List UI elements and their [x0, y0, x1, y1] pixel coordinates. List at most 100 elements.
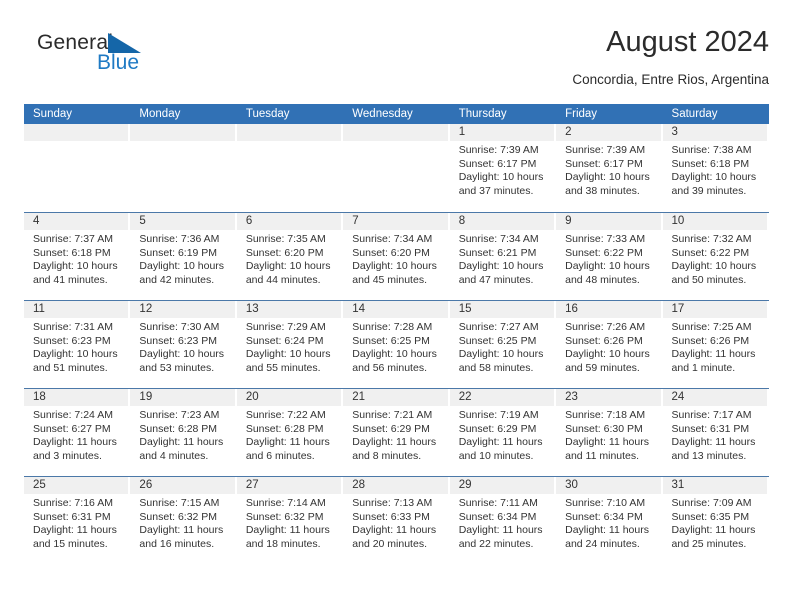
sunset-text: Sunset: 6:34 PM — [565, 510, 643, 523]
calendar-day-cell[interactable]: 16 Sunrise: 7:26 AM Sunset: 6:26 PM Dayligh… — [556, 301, 663, 388]
day-details: Sunrise: 7:32 AM Sunset: 6:22 PM Daylight:… — [663, 230, 769, 287]
calendar-day-cell[interactable]: 31 Sunrise: 7:09 AM Sunset: 6:35 PM Dayligh… — [662, 477, 769, 564]
calendar-day-cell[interactable]: 12 Sunrise: 7:30 AM Sunset: 6:23 PM Dayligh… — [130, 301, 237, 388]
calendar-body: 1 Sunrise: 7:39 AM Sunset: 6:17 PM Daylight… — [24, 124, 769, 564]
calendar-day-cell[interactable]: 21 Sunrise: 7:21 AM Sunset: 6:29 PM Dayligh… — [343, 389, 450, 476]
sunset-text: Sunset: 6:25 PM — [458, 334, 537, 347]
sunrise-text: Sunrise: 7:18 AM — [565, 409, 646, 421]
sunrise-text: Sunrise: 7:37 AM — [33, 233, 113, 245]
sunset-text: Sunset: 6:34 PM — [458, 510, 537, 523]
weekday-header-saturday: Saturday — [671, 108, 718, 120]
daylight-text-line2: and 20 minutes. — [352, 537, 427, 550]
sunset-text: Sunset: 6:20 PM — [245, 246, 324, 259]
sunset-text: Sunset: 6:31 PM — [33, 510, 111, 523]
brand-logo[interactable]: General Blue — [37, 32, 157, 80]
daylight-text-line1: Daylight: 10 hours — [139, 260, 225, 273]
calendar-week-row: 25 Sunrise: 7:16 AM Sunset: 6:31 PM Dayligh… — [24, 476, 769, 564]
day-details: Sunrise: 7:13 AM Sunset: 6:33 PM Daylight:… — [343, 494, 449, 551]
daylight-text-line1: Daylight: 11 hours — [671, 436, 756, 449]
sunrise-text: Sunrise: 7:39 AM — [458, 144, 539, 156]
sunrise-text: Sunrise: 7:09 AM — [671, 497, 752, 509]
daylight-text-line1: Daylight: 11 hours — [33, 436, 117, 449]
daylight-text-line1: Daylight: 11 hours — [565, 436, 649, 449]
day-details: Sunrise: 7:14 AM Sunset: 6:32 PM Daylight:… — [237, 494, 343, 551]
sunrise-text: Sunrise: 7:36 AM — [139, 233, 220, 245]
daylight-text-line2: and 3 minutes. — [33, 449, 102, 462]
daylight-text-line2: and 48 minutes. — [565, 273, 640, 286]
daylight-text-line2: and 53 minutes. — [139, 361, 215, 374]
day-number: 21 — [343, 389, 448, 406]
day-number: 14 — [343, 301, 448, 318]
calendar-day-cell[interactable]: 13 Sunrise: 7:29 AM Sunset: 6:24 PM Dayligh… — [236, 301, 344, 388]
daylight-text-line2: and 37 minutes. — [458, 184, 534, 197]
calendar-day-cell[interactable]: 8 Sunrise: 7:34 AM Sunset: 6:21 PM Daylight… — [449, 213, 557, 300]
day-number: 10 — [662, 213, 767, 230]
daylight-text-line1: Daylight: 11 hours — [139, 436, 224, 449]
calendar-day-cell[interactable]: 22 Sunrise: 7:19 AM Sunset: 6:29 PM Dayligh… — [449, 389, 557, 476]
daylight-text-line1: Daylight: 10 hours — [565, 171, 650, 184]
daylight-text-line2: and 24 minutes. — [565, 537, 640, 550]
day-number — [130, 124, 235, 141]
day-details: Sunrise: 7:31 AM Sunset: 6:23 PM Daylight:… — [24, 318, 130, 375]
day-number: 28 — [343, 477, 448, 494]
calendar-day-cell[interactable]: 30 Sunrise: 7:10 AM Sunset: 6:34 PM Dayligh… — [556, 477, 663, 564]
calendar-week-row: 18 Sunrise: 7:24 AM Sunset: 6:27 PM Dayligh… — [24, 388, 769, 476]
calendar-day-cell[interactable]: 5 Sunrise: 7:36 AM Sunset: 6:19 PM Daylight… — [130, 213, 237, 300]
calendar-day-cell[interactable]: 11 Sunrise: 7:31 AM Sunset: 6:23 PM Dayligh… — [24, 301, 131, 388]
calendar-day-cell[interactable]: 10 Sunrise: 7:32 AM Sunset: 6:22 PM Dayligh… — [662, 213, 769, 300]
calendar-day-cell[interactable]: 20 Sunrise: 7:22 AM Sunset: 6:28 PM Dayligh… — [236, 389, 344, 476]
calendar-day-cell[interactable]: 1 Sunrise: 7:39 AM Sunset: 6:17 PM Daylight… — [449, 124, 557, 211]
calendar-table: Sunday Monday Tuesday Wednesday Thursday… — [24, 104, 769, 564]
calendar-day-cell[interactable]: 19 Sunrise: 7:23 AM Sunset: 6:28 PM Dayligh… — [130, 389, 237, 476]
day-number: 27 — [236, 477, 342, 494]
sunset-text: Sunset: 6:32 PM — [139, 510, 218, 523]
sunrise-text: Sunrise: 7:15 AM — [139, 497, 220, 509]
daylight-text-line1: Daylight: 10 hours — [33, 348, 118, 361]
calendar-day-cell[interactable]: 17 Sunrise: 7:25 AM Sunset: 6:26 PM Dayligh… — [662, 301, 769, 388]
day-details: Sunrise: 7:33 AM Sunset: 6:22 PM Daylight:… — [556, 230, 662, 287]
daylight-text-line1: Daylight: 10 hours — [139, 348, 225, 361]
sunrise-text: Sunrise: 7:19 AM — [458, 409, 539, 421]
daylight-text-line1: Daylight: 11 hours — [352, 524, 437, 537]
sunset-text: Sunset: 6:18 PM — [33, 246, 111, 259]
calendar-day-cell[interactable]: 6 Sunrise: 7:35 AM Sunset: 6:20 PM Daylight… — [236, 213, 344, 300]
calendar-week-row: 11 Sunrise: 7:31 AM Sunset: 6:23 PM Dayligh… — [24, 300, 769, 388]
calendar-day-cell-empty — [24, 124, 131, 211]
day-number: 2 — [556, 124, 661, 141]
calendar-day-cell[interactable]: 15 Sunrise: 7:27 AM Sunset: 6:25 PM Dayligh… — [449, 301, 557, 388]
calendar-day-cell[interactable]: 24 Sunrise: 7:17 AM Sunset: 6:31 PM Dayligh… — [662, 389, 769, 476]
sunrise-text: Sunrise: 7:21 AM — [352, 409, 433, 421]
calendar-day-cell[interactable]: 3 Sunrise: 7:38 AM Sunset: 6:18 PM Daylight… — [662, 124, 769, 211]
daylight-text-line2: and 6 minutes. — [245, 449, 315, 462]
sunset-text: Sunset: 6:33 PM — [352, 510, 430, 523]
calendar-day-cell[interactable]: 18 Sunrise: 7:24 AM Sunset: 6:27 PM Dayligh… — [24, 389, 131, 476]
day-details: Sunrise: 7:35 AM Sunset: 6:20 PM Daylight:… — [237, 230, 343, 287]
calendar-day-cell[interactable]: 27 Sunrise: 7:14 AM Sunset: 6:32 PM Dayligh… — [236, 477, 344, 564]
calendar-day-cell[interactable]: 4 Sunrise: 7:37 AM Sunset: 6:18 PM Daylight… — [24, 213, 131, 300]
day-details: Sunrise: 7:39 AM Sunset: 6:17 PM Daylight:… — [556, 141, 662, 198]
day-number: 7 — [343, 213, 448, 230]
weekday-header-tuesday: Tuesday — [245, 108, 290, 120]
calendar-day-cell[interactable]: 9 Sunrise: 7:33 AM Sunset: 6:22 PM Daylight… — [556, 213, 663, 300]
sunrise-text: Sunrise: 7:16 AM — [33, 497, 113, 509]
calendar-day-cell[interactable]: 28 Sunrise: 7:13 AM Sunset: 6:33 PM Dayligh… — [343, 477, 450, 564]
sunset-text: Sunset: 6:17 PM — [565, 157, 643, 170]
calendar-day-cell[interactable]: 7 Sunrise: 7:34 AM Sunset: 6:20 PM Daylight… — [343, 213, 450, 300]
calendar-day-cell[interactable]: 14 Sunrise: 7:28 AM Sunset: 6:25 PM Dayligh… — [343, 301, 450, 388]
daylight-text-line1: Daylight: 10 hours — [671, 260, 757, 273]
daylight-text-line1: Daylight: 10 hours — [671, 171, 757, 184]
calendar-day-cell[interactable]: 29 Sunrise: 7:11 AM Sunset: 6:34 PM Dayligh… — [449, 477, 557, 564]
weekday-header-sunday: Sunday — [33, 108, 73, 120]
calendar-day-cell[interactable]: 26 Sunrise: 7:15 AM Sunset: 6:32 PM Dayligh… — [130, 477, 237, 564]
daylight-text-line2: and 47 minutes. — [458, 273, 534, 286]
day-details: Sunrise: 7:19 AM Sunset: 6:29 PM Daylight:… — [450, 406, 556, 463]
sunset-text: Sunset: 6:29 PM — [458, 422, 537, 435]
day-number: 4 — [24, 213, 129, 230]
day-details: Sunrise: 7:30 AM Sunset: 6:23 PM Daylight:… — [130, 318, 236, 375]
daylight-text-line2: and 15 minutes. — [33, 537, 108, 550]
calendar-day-cell[interactable]: 23 Sunrise: 7:18 AM Sunset: 6:30 PM Dayligh… — [556, 389, 663, 476]
calendar-day-cell[interactable]: 2 Sunrise: 7:39 AM Sunset: 6:17 PM Daylight… — [556, 124, 663, 211]
calendar-day-cell[interactable]: 25 Sunrise: 7:16 AM Sunset: 6:31 PM Dayligh… — [24, 477, 131, 564]
day-number: 5 — [130, 213, 235, 230]
daylight-text-line1: Daylight: 11 hours — [139, 524, 224, 537]
